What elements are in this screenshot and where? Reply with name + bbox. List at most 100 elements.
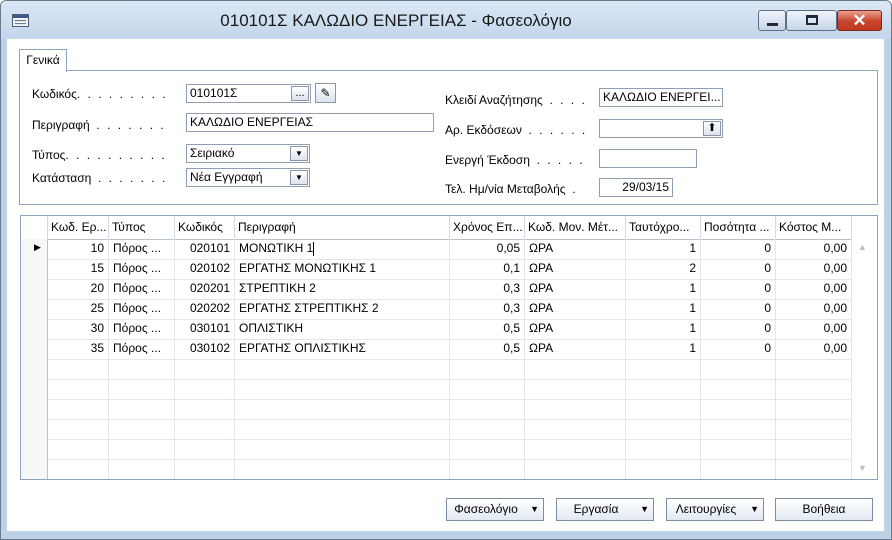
up-arrow-icon[interactable]: ⬆ xyxy=(703,121,721,136)
row-selector[interactable] xyxy=(21,339,48,359)
table-cell[interactable]: 1 xyxy=(626,299,701,319)
table-cell[interactable]: 1 xyxy=(626,339,701,359)
table-cell[interactable]: 1 xyxy=(626,279,701,299)
table-row[interactable]: ▶ 10 Πόρος ... 020101 ΜΟΝΩΤΙΚΗ 1 0,05 ΩΡΑ 1 0 0,0… xyxy=(21,239,852,260)
table-cell[interactable]: 030101 xyxy=(175,319,235,339)
empty-table-row[interactable] xyxy=(21,379,852,400)
table-cell[interactable]: 30 xyxy=(48,319,109,339)
table-cell[interactable]: ΩΡΑ xyxy=(525,299,626,319)
row-selector[interactable] xyxy=(21,359,48,379)
row-selector[interactable] xyxy=(21,259,48,279)
table-cell[interactable] xyxy=(776,379,852,399)
table-cell[interactable] xyxy=(175,379,235,399)
table-cell[interactable]: ΕΡΓΑΤΗΣ ΜΟΝΩΤΙΚΗΣ 1 xyxy=(235,259,450,279)
row-selector[interactable] xyxy=(21,319,48,339)
table-cell[interactable] xyxy=(701,439,776,459)
table-cell[interactable] xyxy=(626,419,701,439)
table-cell[interactable]: 0,1 xyxy=(450,259,525,279)
versions-field[interactable]: ⬆ xyxy=(599,119,723,138)
table-cell[interactable]: 0,00 xyxy=(776,319,852,339)
code-field[interactable]: 010101Σ ... xyxy=(186,84,311,103)
table-cell[interactable] xyxy=(776,459,852,479)
table-cell[interactable]: ΩΡΑ xyxy=(525,239,626,259)
table-cell[interactable] xyxy=(701,359,776,379)
table-cell[interactable]: 1 xyxy=(626,319,701,339)
table-cell[interactable] xyxy=(626,399,701,419)
table-cell[interactable] xyxy=(776,439,852,459)
table-cell[interactable]: 030102 xyxy=(175,339,235,359)
table-row[interactable]: 15 Πόρος ... 020102 ΕΡΓΑΤΗΣ ΜΟΝΩΤΙΚΗΣ 1 0,1 Ω… xyxy=(21,259,852,280)
table-cell[interactable]: ΕΡΓΑΤΗΣ ΣΤΡΕΠΤΙΚΗΣ 2 xyxy=(235,299,450,319)
table-cell[interactable]: ΩΡΑ xyxy=(525,319,626,339)
search-key-field[interactable]: ΚΑΛΩΔΙΟ ΕΝΕΡΓΕΙ... xyxy=(599,88,723,107)
table-cell[interactable] xyxy=(235,359,450,379)
table-cell[interactable]: ΟΠΛΙΣΤΙΚΗ xyxy=(235,319,450,339)
table-row[interactable]: 35 Πόρος ... 030102 ΕΡΓΑΤΗΣ ΟΠΛΙΣΤΙΚΗΣ 0,5 ΩΡ… xyxy=(21,339,852,360)
table-cell[interactable]: ΣΤΡΕΠΤΙΚΗ 2 xyxy=(235,279,450,299)
table-cell[interactable] xyxy=(48,399,109,419)
functions-menu-button[interactable]: Λειτουργίες ▼ xyxy=(666,498,764,521)
table-cell[interactable]: 25 xyxy=(48,299,109,319)
scroll-up-icon[interactable]: ▲ xyxy=(858,242,867,252)
table-cell[interactable] xyxy=(626,459,701,479)
table-cell[interactable]: 020202 xyxy=(175,299,235,319)
table-cell[interactable]: 1 xyxy=(626,239,701,259)
work-menu-button[interactable]: Εργασία ▼ xyxy=(556,498,654,521)
table-cell[interactable] xyxy=(701,379,776,399)
table-cell[interactable]: Πόρος ... xyxy=(109,239,175,259)
table-cell[interactable] xyxy=(776,419,852,439)
table-cell[interactable]: 0,3 xyxy=(450,279,525,299)
chevron-down-icon[interactable]: ▼ xyxy=(290,146,308,161)
edit-button[interactable]: ✎ xyxy=(315,83,336,103)
table-cell[interactable]: 0 xyxy=(701,259,776,279)
lookup-button[interactable]: ... xyxy=(291,86,309,101)
table-cell[interactable] xyxy=(109,379,175,399)
table-cell[interactable] xyxy=(175,359,235,379)
title-bar[interactable]: 010101Σ ΚΑΛΩΔΙΟ ΕΝΕΡΓΕΙΑΣ - Φασεολόγιο ✕ xyxy=(1,1,891,39)
table-cell[interactable] xyxy=(525,459,626,479)
table-cell[interactable] xyxy=(450,439,525,459)
table-row[interactable]: 30 Πόρος ... 030101 ΟΠΛΙΣΤΙΚΗ 0,5 ΩΡΑ 1 0 0,00 xyxy=(21,319,852,340)
table-cell[interactable] xyxy=(450,359,525,379)
table-cell[interactable] xyxy=(525,419,626,439)
table-cell[interactable]: Πόρος ... xyxy=(109,259,175,279)
tab-general[interactable]: Γενικά xyxy=(19,49,67,72)
active-version-field[interactable] xyxy=(599,149,697,168)
table-cell[interactable] xyxy=(701,459,776,479)
status-select[interactable]: Νέα Εγγραφή ▼ xyxy=(186,168,310,187)
table-row[interactable]: 20 Πόρος ... 020201 ΣΤΡΕΠΤΙΚΗ 2 0,3 ΩΡΑ 1 0 0,00 xyxy=(21,279,852,300)
table-cell[interactable] xyxy=(109,459,175,479)
table-cell[interactable] xyxy=(109,359,175,379)
minimize-button[interactable] xyxy=(758,10,786,31)
row-selector[interactable] xyxy=(21,379,48,399)
table-cell[interactable] xyxy=(48,379,109,399)
row-selector[interactable] xyxy=(21,279,48,299)
table-cell[interactable] xyxy=(235,419,450,439)
table-cell[interactable]: Πόρος ... xyxy=(109,319,175,339)
column-header[interactable]: Κόστος Μ... xyxy=(776,216,852,239)
table-cell[interactable] xyxy=(525,379,626,399)
row-selector[interactable] xyxy=(21,419,48,439)
column-header[interactable]: Κωδ. Ερ... xyxy=(48,216,109,239)
help-button[interactable]: Βοήθεια xyxy=(775,498,873,521)
table-cell[interactable] xyxy=(701,419,776,439)
row-selector[interactable] xyxy=(21,459,48,479)
table-cell[interactable] xyxy=(525,439,626,459)
column-header[interactable]: Χρόνος Επ... xyxy=(450,216,525,239)
table-cell[interactable] xyxy=(175,439,235,459)
empty-table-row[interactable] xyxy=(21,439,852,460)
table-cell[interactable]: 2 xyxy=(626,259,701,279)
row-selector[interactable]: ▶ xyxy=(21,239,48,259)
table-row[interactable]: 25 Πόρος ... 020202 ΕΡΓΑΤΗΣ ΣΤΡΕΠΤΙΚΗΣ 2 0,3… xyxy=(21,299,852,320)
table-cell[interactable]: 0 xyxy=(701,239,776,259)
type-select[interactable]: Σειριακό ▼ xyxy=(186,144,310,163)
table-cell[interactable] xyxy=(48,439,109,459)
scroll-down-icon[interactable]: ▼ xyxy=(858,463,867,473)
table-cell[interactable]: 0,00 xyxy=(776,299,852,319)
table-cell[interactable]: ΜΟΝΩΤΙΚΗ 1 xyxy=(235,239,450,259)
table-cell[interactable]: 0 xyxy=(701,319,776,339)
last-modified-field[interactable]: 29/03/15 xyxy=(599,178,673,197)
table-cell[interactable]: 0 xyxy=(701,279,776,299)
table-cell[interactable] xyxy=(235,399,450,419)
table-cell[interactable]: 0,00 xyxy=(776,239,852,259)
